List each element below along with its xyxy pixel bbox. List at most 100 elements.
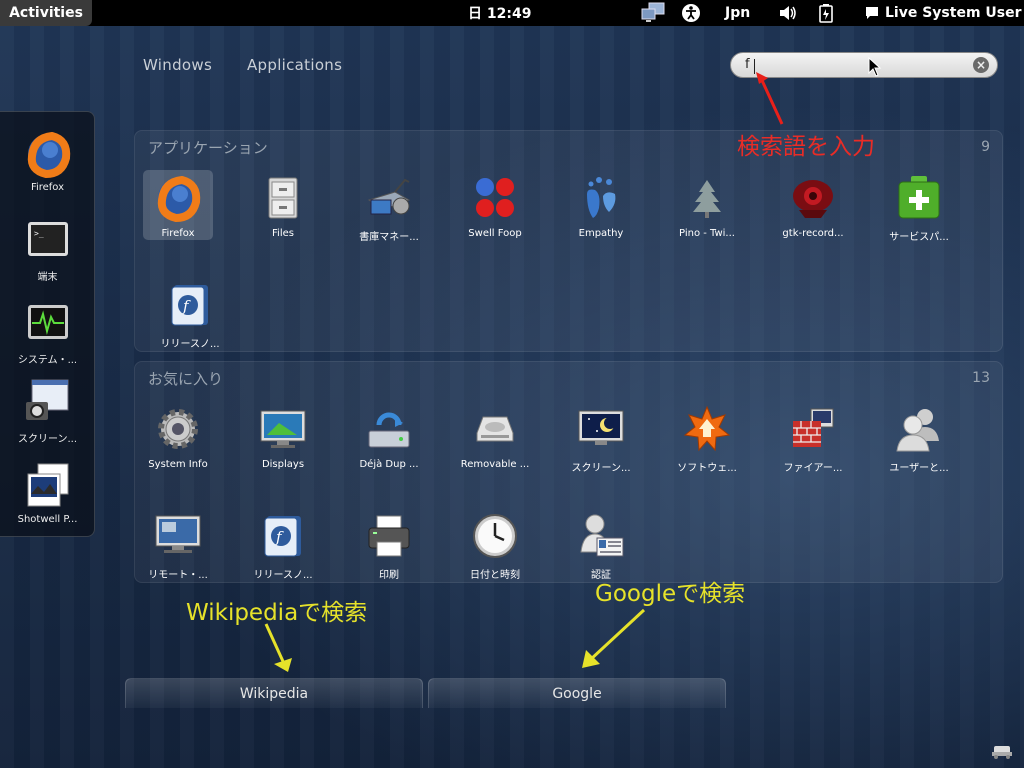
result-count: 13 [972, 370, 990, 386]
user-menu[interactable]: Live System User [885, 0, 1022, 26]
annotation-arrow-red [756, 72, 784, 125]
battery-icon[interactable] [818, 0, 834, 26]
clock[interactable]: 日 12:49 [468, 0, 531, 26]
app-files[interactable]: Files [236, 174, 330, 239]
release-notes-icon: f [259, 512, 307, 560]
archive-manager-icon [365, 174, 413, 222]
app-label: Displays [261, 459, 305, 470]
app-removable-media[interactable]: Removable ... [448, 405, 542, 470]
dash-item-label: スクリーン... [17, 434, 78, 445]
app-label: Déjà Dup ... [359, 459, 419, 470]
dash: Firefox >_ 端末 システム・... スクリーン... Shotwell… [0, 111, 95, 537]
file-cabinet-icon [259, 174, 307, 222]
activities-button[interactable]: Activities [0, 0, 92, 26]
applications-section: アプリケーション 9 Firefox Files 書庫マネー... Swell … [134, 130, 1003, 352]
dash-item-label: システム・... [17, 355, 78, 366]
app-label: Empathy [578, 228, 624, 239]
app-label: Removable ... [460, 459, 530, 470]
keyboard-layout-indicator[interactable]: Jpn [725, 0, 750, 26]
app-software-update[interactable]: ソフトウェ... [660, 405, 754, 474]
deja-dup-icon [365, 405, 413, 453]
network-icon[interactable] [640, 0, 666, 26]
app-label: Swell Foop [468, 228, 522, 239]
app-label: ソフトウェ... [677, 463, 737, 474]
app-system-info[interactable]: System Info [131, 405, 225, 470]
clock-icon [471, 512, 519, 560]
mouse-pointer-icon [868, 57, 882, 77]
tab-applications[interactable]: Applications [247, 56, 342, 74]
annotation-arrow-wikipedia [264, 623, 292, 672]
app-deja-dup[interactable]: Déjà Dup ... [342, 405, 436, 470]
search-provider-google[interactable]: Google [428, 678, 726, 708]
annotation-arrow-google [582, 608, 646, 668]
app-remote-desktop[interactable]: リモート・... [131, 512, 225, 581]
app-label: Pino - Twi... [679, 228, 735, 239]
app-printing[interactable]: 印刷 [342, 512, 436, 581]
app-label: リリースノ... [253, 570, 313, 581]
app-label: 日付と時刻 [470, 570, 520, 581]
terminal-icon: >_ [24, 216, 72, 264]
users-icon [895, 405, 943, 453]
dash-item-firefox[interactable]: Firefox [0, 130, 95, 193]
volume-icon[interactable] [778, 0, 798, 26]
firewall-icon [789, 405, 837, 453]
app-swell-foop[interactable]: Swell Foop [448, 174, 542, 239]
app-label: 印刷 [379, 570, 399, 581]
shotwell-icon [24, 462, 72, 510]
authentication-icon [577, 512, 625, 560]
pino-tree-icon [683, 174, 731, 222]
app-label: 書庫マネー... [359, 232, 419, 243]
app-label: リモート・... [148, 570, 208, 581]
search-value: f [745, 57, 750, 72]
app-label: スクリーン... [571, 463, 631, 474]
app-label: ファイアー... [783, 463, 843, 474]
message-tray-icon[interactable] [990, 742, 1014, 760]
chat-status-icon[interactable] [864, 0, 880, 26]
remote-desktop-icon [154, 512, 202, 560]
app-label: gtk-record... [782, 228, 844, 239]
tab-windows[interactable]: Windows [143, 56, 212, 74]
app-empathy[interactable]: Empathy [554, 174, 648, 239]
app-displays[interactable]: Displays [236, 405, 330, 470]
search-provider-wikipedia[interactable]: Wikipedia [125, 678, 423, 708]
firefox-icon [24, 130, 72, 179]
swell-foop-icon [471, 174, 519, 222]
app-release-notes[interactable]: f リリースノ... [143, 281, 237, 350]
dash-item-label: 端末 [37, 272, 58, 283]
app-release-notes-favorite[interactable]: f リリースノ... [236, 512, 330, 581]
software-update-icon [683, 405, 731, 453]
app-label: System Info [148, 459, 208, 470]
screenshot-icon [24, 378, 72, 426]
annotation-google-hint: Googleで検索 [595, 581, 746, 607]
app-date-time[interactable]: 日付と時刻 [448, 512, 542, 581]
app-label: リリースノ... [160, 339, 220, 350]
gear-icon [154, 405, 202, 453]
release-notes-icon: f [166, 281, 214, 329]
empathy-icon [577, 174, 625, 222]
printer-icon [365, 512, 413, 560]
dash-item-label: Firefox [30, 182, 65, 193]
dash-item-terminal[interactable]: >_ 端末 [0, 216, 95, 283]
app-gtk-recordmydesktop[interactable]: gtk-record... [766, 174, 860, 239]
app-label: サービスパ... [889, 232, 949, 243]
app-label: Firefox [161, 228, 195, 239]
app-archive-manager[interactable]: 書庫マネー... [342, 174, 436, 243]
dash-item-shotwell[interactable]: Shotwell P... [0, 462, 95, 525]
svg-text:>_: >_ [34, 229, 44, 238]
app-pino[interactable]: Pino - Twi... [660, 174, 754, 239]
dash-item-screenshot[interactable]: スクリーン... [0, 378, 95, 445]
app-label: ユーザーと... [889, 463, 949, 474]
app-firefox[interactable]: Firefox [143, 170, 213, 240]
app-firewall[interactable]: ファイアー... [766, 405, 860, 474]
app-users[interactable]: ユーザーと... [872, 405, 966, 474]
dash-item-label: Shotwell P... [17, 514, 78, 525]
service-pack-icon [895, 174, 943, 222]
app-label: Files [272, 228, 294, 239]
app-service-pack[interactable]: サービスパ... [872, 174, 966, 243]
dash-item-system-monitor[interactable]: システム・... [0, 299, 95, 366]
system-monitor-icon [24, 299, 72, 347]
clear-search-icon[interactable]: × [973, 57, 989, 73]
app-authentication[interactable]: 認証 [554, 512, 648, 581]
accessibility-icon[interactable] [681, 0, 701, 26]
app-screensaver[interactable]: スクリーン... [554, 405, 648, 474]
